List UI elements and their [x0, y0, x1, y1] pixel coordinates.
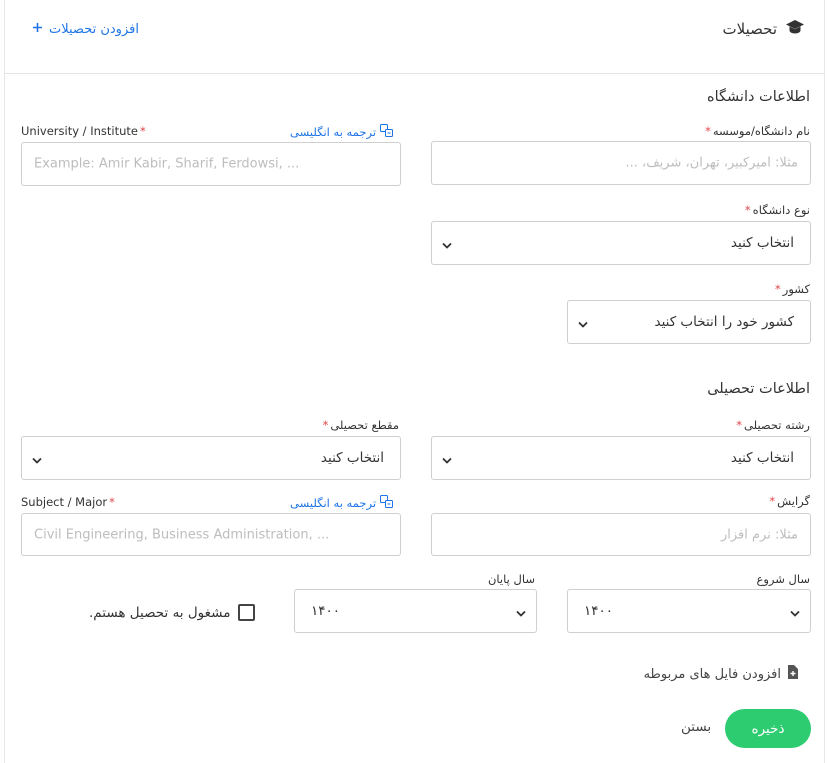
university-name-en-placeholder: Example: Amir Kabir, Sharif, Ferdowsi, .… — [34, 156, 300, 172]
orientation-label: گرایش* — [769, 494, 810, 508]
studying-label: مشغول به تحصیل هستم. — [89, 604, 231, 621]
chevron-down-icon — [516, 602, 526, 621]
education-section-title: اطلاعات تحصیلی — [707, 381, 810, 397]
chevron-down-icon — [790, 602, 800, 621]
add-label: افزودن تحصیلات — [49, 22, 139, 37]
country-value: کشور خود را انتخاب کنید — [654, 314, 794, 330]
university-name-en-input[interactable]: Example: Amir Kabir, Sharif, Ferdowsi, .… — [21, 142, 401, 186]
studying-checkbox-row[interactable]: مشغول به تحصیل هستم. — [89, 604, 256, 621]
chevron-down-icon — [442, 234, 452, 253]
end-year-select[interactable]: ۱۴۰۰ — [294, 589, 537, 633]
end-year-label: سال پایان — [487, 572, 535, 586]
orientation-placeholder: مثلا: نرم افزار — [720, 527, 798, 542]
start-year-label: سال شروع — [756, 572, 810, 586]
translate-university-button[interactable]: ترجمه به انگلیسی — [290, 124, 394, 140]
attach-files-button[interactable]: افزودن فایل های مربوطه — [644, 665, 798, 683]
card-header: تحصیلات — [723, 19, 805, 39]
translate-icon — [380, 495, 394, 511]
subject-en-label: Subject / Major * — [21, 495, 115, 509]
file-add-icon — [787, 665, 798, 683]
degree-label: مقطع تحصیلی* — [322, 418, 399, 432]
translate-subject-button[interactable]: ترجمه به انگلیسی — [290, 495, 394, 511]
end-year-value: ۱۴۰۰ — [311, 603, 341, 619]
university-name-fa-label: نام دانشگاه/موسسه* — [705, 124, 810, 138]
country-label: کشور* — [775, 282, 810, 296]
field-value: انتخاب کنید — [730, 450, 794, 466]
plus-icon — [32, 22, 43, 37]
university-type-value: انتخاب کنید — [730, 235, 794, 251]
education-card: تحصیلات افزودن تحصیلات اطلاعات دانشگاه ن… — [4, 0, 825, 763]
university-name-fa-placeholder: مثلا: امیرکبیر، تهران، شریف، ... — [625, 155, 799, 171]
translate-icon — [380, 124, 394, 140]
field-select[interactable]: انتخاب کنید — [431, 436, 811, 480]
university-type-select[interactable]: انتخاب کنید — [431, 221, 811, 265]
card-title: تحصیلات — [722, 20, 777, 38]
header-divider — [5, 73, 824, 74]
university-section-title: اطلاعات دانشگاه — [706, 89, 810, 105]
university-name-en-label: University / Institute * — [21, 124, 146, 138]
degree-value: انتخاب کنید — [320, 450, 384, 466]
subject-en-input[interactable]: Civil Engineering, Business Administrati… — [21, 513, 401, 556]
subject-en-placeholder: Civil Engineering, Business Administrati… — [34, 527, 330, 542]
save-button[interactable]: ذخیره — [725, 709, 811, 748]
start-year-value: ۱۴۰۰ — [584, 603, 614, 619]
university-name-fa-input[interactable]: مثلا: امیرکبیر، تهران، شریف، ... — [431, 141, 811, 185]
chevron-down-icon — [578, 313, 588, 332]
studying-checkbox[interactable] — [238, 604, 256, 621]
close-button[interactable]: بستن — [681, 719, 711, 735]
university-type-label: نوع دانشگاه* — [744, 203, 810, 217]
degree-select[interactable]: انتخاب کنید — [21, 436, 401, 480]
start-year-select[interactable]: ۱۴۰۰ — [567, 589, 811, 633]
orientation-input[interactable]: مثلا: نرم افزار — [431, 513, 811, 556]
graduation-cap-icon — [785, 19, 805, 39]
country-select[interactable]: کشور خود را انتخاب کنید — [567, 300, 811, 344]
add-education-button[interactable]: افزودن تحصیلات — [32, 22, 139, 37]
chevron-down-icon — [32, 449, 42, 468]
chevron-down-icon — [442, 449, 452, 468]
field-label: رشته تحصیلی* — [736, 418, 810, 432]
